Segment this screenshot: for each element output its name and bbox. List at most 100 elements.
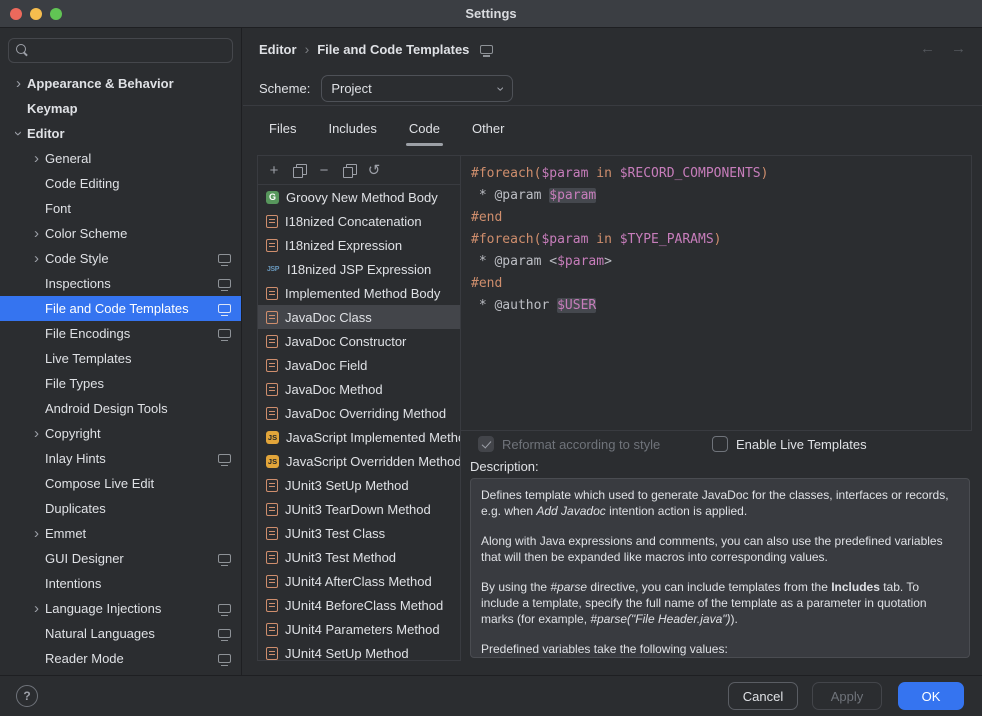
list-item-junit3-test-class[interactable]: JUnit3 Test Class — [258, 521, 460, 545]
sidebar-item-label: Inspections — [45, 276, 111, 291]
list-item-javadoc-method[interactable]: JavaDoc Method — [258, 377, 460, 401]
apply-button[interactable]: Apply — [812, 682, 882, 710]
sidebar-item-inspections[interactable]: Inspections — [0, 271, 241, 296]
duplicate-icon[interactable] — [338, 159, 360, 181]
tab-files[interactable]: Files — [266, 114, 299, 146]
chevron-right-icon[interactable]: › — [28, 251, 45, 266]
sidebar-item-keymap[interactable]: Keymap — [0, 96, 241, 121]
sidebar-item-file-and-code-templates[interactable]: File and Code Templates — [0, 296, 241, 321]
forward-icon[interactable]: → — [951, 40, 966, 57]
ok-button[interactable]: OK — [898, 682, 964, 710]
separator — [243, 105, 982, 106]
search-box[interactable] — [8, 38, 233, 63]
cancel-button[interactable]: Cancel — [728, 682, 798, 710]
description-panel[interactable]: Defines template which used to generate … — [470, 478, 970, 658]
sidebar-item-duplicates[interactable]: Duplicates — [0, 496, 241, 521]
close-button[interactable] — [10, 8, 22, 20]
sidebar-item-reader-mode[interactable]: Reader Mode — [0, 646, 241, 671]
sidebar-item-appearance-behavior[interactable]: ›Appearance & Behavior — [0, 71, 241, 96]
help-button[interactable]: ? — [16, 685, 38, 707]
reset-icon[interactable]: ↺ — [363, 159, 385, 181]
list-item-javascript-implemented-method-body[interactable]: JSJavaScript Implemented Method Body — [258, 425, 460, 449]
paste-icon[interactable] — [288, 159, 310, 181]
live-templates-checkbox[interactable] — [712, 436, 728, 452]
description-text: ). — [731, 612, 738, 626]
list-item-implemented-method-body[interactable]: Implemented Method Body — [258, 281, 460, 305]
tab-other[interactable]: Other — [469, 114, 508, 146]
javascript-icon: JS — [266, 455, 279, 468]
list-item-junit4-setup-method[interactable]: JUnit4 SetUp Method — [258, 641, 460, 660]
sidebar-item-font[interactable]: Font — [0, 196, 241, 221]
sidebar-item-copyright[interactable]: ›Copyright — [0, 421, 241, 446]
list-item-i18nized-expression[interactable]: I18nized Expression — [258, 233, 460, 257]
sidebar-item-intentions[interactable]: Intentions — [0, 571, 241, 596]
add-icon[interactable]: + — [263, 159, 285, 181]
list-item-junit3-test-method[interactable]: JUnit3 Test Method — [258, 545, 460, 569]
sidebar-item-general[interactable]: ›General — [0, 146, 241, 171]
minimize-button[interactable] — [30, 8, 42, 20]
chevron-right-icon[interactable]: › — [10, 76, 27, 91]
back-icon[interactable]: ← — [920, 40, 935, 57]
tab-includes[interactable]: Includes — [325, 114, 379, 146]
chevron-down-icon[interactable]: › — [11, 125, 26, 142]
chevron-right-icon[interactable]: › — [28, 526, 45, 541]
list-item-javadoc-field[interactable]: JavaDoc Field — [258, 353, 460, 377]
sidebar-item-gui-designer[interactable]: GUI Designer — [0, 546, 241, 571]
code-token: #end — [471, 210, 502, 225]
sidebar-item-file-encodings[interactable]: File Encodings — [0, 321, 241, 346]
sidebar-item-editor[interactable]: ›Editor — [0, 121, 241, 146]
list-item-junit3-teardown-method[interactable]: JUnit3 TearDown Method — [258, 497, 460, 521]
main-panel: Editor › File and Code Templates ← → Sch… — [243, 28, 982, 675]
sidebar-item-label: Android Design Tools — [45, 401, 168, 416]
reformat-checkbox[interactable] — [478, 436, 494, 452]
sidebar-item-code-style[interactable]: ›Code Style — [0, 246, 241, 271]
sidebar-item-language-injections[interactable]: ›Language Injections — [0, 596, 241, 621]
sidebar-item-code-editing[interactable]: Code Editing — [0, 171, 241, 196]
sidebar-item-label: Intentions — [45, 576, 101, 591]
list-item-label: I18nized JSP Expression — [287, 262, 431, 277]
sidebar-item-label: Language Injections — [45, 601, 161, 616]
sidebar-item-natural-languages[interactable]: Natural Languages — [0, 621, 241, 646]
search-input[interactable] — [35, 43, 225, 58]
tab-code[interactable]: Code — [406, 114, 443, 146]
template-icon — [266, 551, 278, 564]
template-icon — [266, 479, 278, 492]
list-item-groovy-new-method-body[interactable]: GGroovy New Method Body — [258, 185, 460, 209]
list-item-javadoc-constructor[interactable]: JavaDoc Constructor — [258, 329, 460, 353]
list-item-label: JUnit4 SetUp Method — [285, 646, 409, 661]
sidebar-item-file-types[interactable]: File Types — [0, 371, 241, 396]
list-item-javadoc-class[interactable]: JavaDoc Class — [258, 305, 460, 329]
description-paragraph: By using the #parse directive, you can i… — [481, 579, 959, 627]
list-item-label: JavaScript Overridden Method Body — [286, 454, 460, 469]
list-item-javascript-overridden-method-body[interactable]: JS JavaScript Overridden Method Body — [258, 449, 460, 473]
list-item-junit4-beforeclass-method[interactable]: JUnit4 BeforeClass Method — [258, 593, 460, 617]
jsp-icon: JSP — [266, 263, 280, 276]
breadcrumb-editor[interactable]: Editor — [259, 42, 297, 57]
list-item-javadoc-overriding-method[interactable]: JavaDoc Overriding Method — [258, 401, 460, 425]
code-token: $param — [557, 254, 604, 269]
chevron-right-icon[interactable]: › — [28, 426, 45, 441]
list-item-label: JavaScript Implemented Method Body — [286, 430, 460, 445]
scheme-dropdown[interactable]: Project › — [321, 75, 513, 102]
description-text: Predefined variables take the following … — [481, 642, 728, 656]
list-item-junit4-parameters-method[interactable]: JUnit4 Parameters Method — [258, 617, 460, 641]
list-item-junit4-afterclass-method[interactable]: JUnit4 AfterClass Method — [258, 569, 460, 593]
chevron-right-icon[interactable]: › — [28, 601, 45, 616]
sidebar-item-color-scheme[interactable]: ›Color Scheme — [0, 221, 241, 246]
list-item-junit3-setup-method[interactable]: JUnit3 SetUp Method — [258, 473, 460, 497]
chevron-right-icon[interactable]: › — [28, 151, 45, 166]
template-list-toolbar: + − ↺ — [258, 156, 460, 185]
list-item-i18nized-concatenation[interactable]: I18nized Concatenation — [258, 209, 460, 233]
sidebar-item-compose-live-edit[interactable]: Compose Live Edit — [0, 471, 241, 496]
zoom-button[interactable] — [50, 8, 62, 20]
description-text: directive, you can include templates fro… — [587, 580, 831, 594]
search-icon — [16, 44, 29, 57]
list-item-i18nized-jsp-expression[interactable]: JSP I18nized JSP Expression — [258, 257, 460, 281]
sidebar-item-emmet[interactable]: ›Emmet — [0, 521, 241, 546]
chevron-right-icon[interactable]: › — [28, 226, 45, 241]
sidebar-item-live-templates[interactable]: Live Templates — [0, 346, 241, 371]
sidebar-item-inlay-hints[interactable]: Inlay Hints — [0, 446, 241, 471]
sidebar-item-android-design-tools[interactable]: Android Design Tools — [0, 396, 241, 421]
remove-icon[interactable]: − — [313, 159, 335, 181]
template-editor[interactable]: #foreach($param in $RECORD_COMPONENTS) *… — [460, 155, 972, 431]
